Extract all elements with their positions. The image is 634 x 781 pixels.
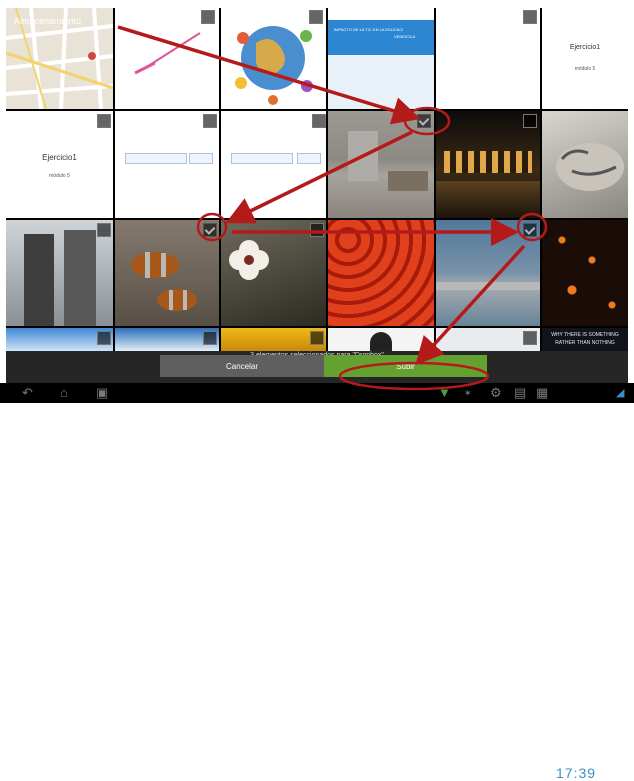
status-clock: 17:39 <box>556 765 597 781</box>
annotation-overlay <box>117 25 548 391</box>
highlight-checkbox-room <box>403 106 451 136</box>
highlight-checkbox-harbor <box>516 212 548 242</box>
highlight-checkbox-clownfish <box>196 212 228 242</box>
annotation-arrows <box>117 25 526 366</box>
highlight-upload-button <box>338 361 490 391</box>
arrow-to-second-selection <box>225 130 413 224</box>
arrow-to-upload-button <box>415 244 526 366</box>
arrow-to-first-selection <box>117 25 421 125</box>
